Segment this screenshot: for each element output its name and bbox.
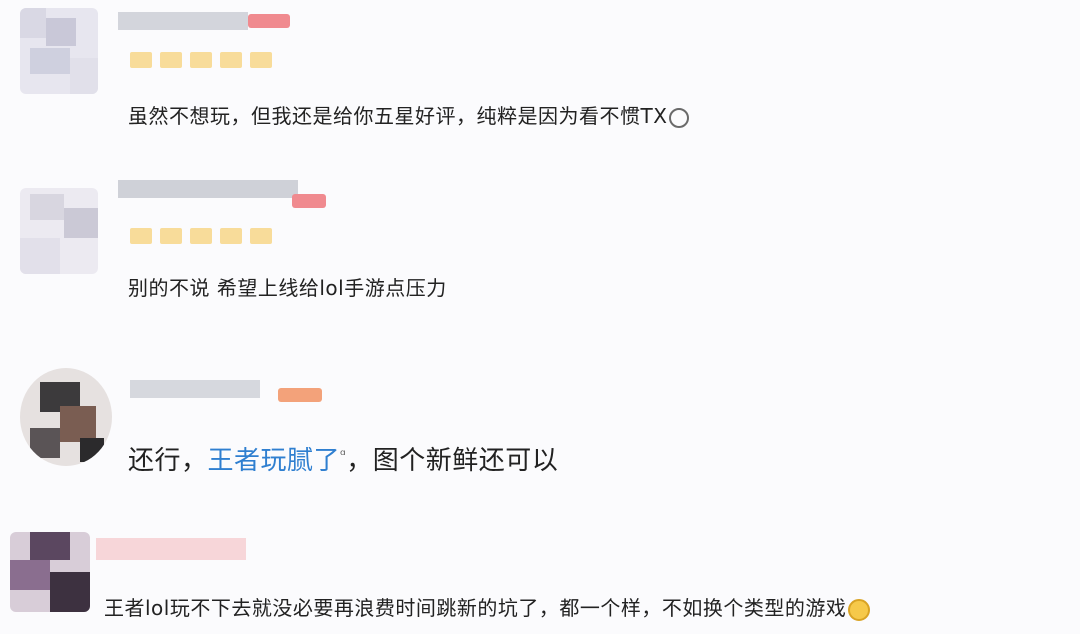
comment-body: 还行， [128,446,208,476]
user-badge [292,194,326,208]
comment-text: 虽然不想玩，但我还是给你五星好评，纯粹是因为看不惯TX [128,100,690,129]
comment-body: 虽然不想玩，但我还是给你五星好评，纯粹是因为看不惯TX [128,104,668,128]
avatar[interactable] [20,188,98,274]
user-badge [278,388,322,402]
username-blurred[interactable] [118,180,298,198]
comment-text: 别的不说 希望上线给lol手游点压力 [128,272,447,301]
comment-item: 虽然不想玩，但我还是给你五星好评，纯粹是因为看不惯TX [0,0,1080,170]
smiley-wink-icon [669,107,690,128]
avatar[interactable] [10,532,90,612]
comment-feed: 虽然不想玩，但我还是给你五星好评，纯粹是因为看不惯TX 别的不说 希望上线给lo… [0,0,1080,634]
rating-stars [130,228,280,244]
grin-face-icon [848,598,871,621]
comment-text: 王者lol玩不下去就没必要再浪费时间跳新的坑了，都一个样，不如换个类型的游戏 [104,592,871,621]
rating-stars [130,52,280,68]
comment-body: 王者lol玩不下去就没必要再浪费时间跳新的坑了，都一个样，不如换个类型的游戏 [104,596,847,620]
username-blurred[interactable] [96,538,246,560]
user-badge [248,14,290,28]
highlighted-phrase[interactable]: 王者玩腻了 [208,446,341,476]
comment-item: 别的不说 希望上线给lol手游点压力 [0,170,1080,340]
comment-body-tail: ，图个新鲜还可以 [346,446,559,476]
comment-item: 王者lol玩不下去就没必要再浪费时间跳新的坑了，都一个样，不如换个类型的游戏 [0,520,1080,634]
username-blurred[interactable] [118,12,248,30]
comment-body: 别的不说 希望上线给lol手游点压力 [128,276,447,300]
username-blurred[interactable] [130,380,260,398]
avatar[interactable] [20,368,112,466]
avatar[interactable] [20,8,98,94]
comment-text: 还行，王者玩腻了ᵅ，图个新鲜还可以 [128,440,558,477]
comment-item: 还行，王者玩腻了ᵅ，图个新鲜还可以 [0,340,1080,520]
